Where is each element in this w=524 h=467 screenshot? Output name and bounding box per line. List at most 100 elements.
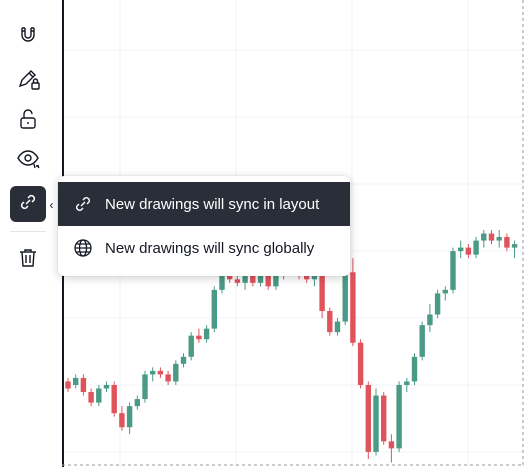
link-icon <box>70 191 96 217</box>
candle <box>65 377 71 393</box>
candle <box>111 381 117 417</box>
candle <box>450 247 456 294</box>
magnet-icon <box>14 20 42 53</box>
candle <box>458 240 464 259</box>
candle-body <box>388 441 395 449</box>
candle <box>496 230 502 248</box>
candle-body <box>381 395 387 442</box>
candle <box>357 339 364 389</box>
candle <box>427 303 433 333</box>
candle-body <box>357 342 364 385</box>
candle <box>481 230 487 248</box>
candle-body <box>419 325 425 357</box>
remove-drawings-button[interactable] <box>10 242 46 278</box>
candle <box>419 321 425 361</box>
candle <box>142 370 148 403</box>
candle-body <box>481 233 487 241</box>
candle-body <box>496 237 502 241</box>
candle-body <box>188 335 194 357</box>
candle-body <box>250 275 256 283</box>
candle <box>396 381 402 452</box>
candle <box>188 332 194 361</box>
candle-body <box>242 275 248 283</box>
candle <box>211 286 217 333</box>
expand-arrow-icon[interactable]: ‹ <box>47 198 56 212</box>
candle-body <box>173 363 179 382</box>
menu-item-label: New drawings will sync in layout <box>105 195 320 213</box>
candle-body <box>234 279 241 283</box>
candle <box>134 395 140 410</box>
candle-body <box>203 328 210 340</box>
candle-body <box>434 293 441 315</box>
candle-body <box>458 247 464 252</box>
magnet-button[interactable] <box>10 18 46 54</box>
candle-body <box>265 275 271 287</box>
candle-body <box>119 413 125 428</box>
candle-body <box>111 384 117 414</box>
link-icon <box>14 188 42 221</box>
candle-body <box>73 377 79 385</box>
sync-drawings-button[interactable] <box>10 186 46 222</box>
candle-body <box>396 384 402 449</box>
menu-item-label: New drawings will sync globally <box>105 239 315 257</box>
candle-body <box>334 321 341 333</box>
lock-drawing-button[interactable] <box>10 62 46 98</box>
unlock-icon <box>14 105 42 138</box>
candle <box>388 434 395 463</box>
candle <box>150 367 156 382</box>
candle <box>73 374 79 389</box>
candle-body <box>504 237 510 248</box>
candle <box>196 328 202 343</box>
candle-body <box>211 289 217 329</box>
candle <box>126 402 133 435</box>
candle-body <box>304 275 310 280</box>
candle <box>342 268 348 326</box>
candle-body <box>257 275 264 283</box>
trash-icon <box>14 244 42 277</box>
candle <box>327 307 333 336</box>
candle <box>442 286 448 301</box>
candle-body <box>157 370 164 375</box>
candle-body <box>450 251 456 290</box>
candle <box>103 381 110 393</box>
candle-body <box>134 399 140 407</box>
candle <box>465 244 472 259</box>
lock-all-button[interactable] <box>10 103 46 139</box>
candle <box>157 367 164 378</box>
candle <box>504 233 510 252</box>
candle-body <box>327 311 333 333</box>
candle-body <box>150 370 156 375</box>
candle-body <box>88 392 94 403</box>
candle-body <box>511 244 518 248</box>
candle <box>96 384 102 407</box>
globe-icon <box>70 235 96 261</box>
candle-body <box>465 247 472 255</box>
candle-body <box>165 374 171 382</box>
candle <box>365 381 371 459</box>
sync-drawings-menu: New drawings will sync in layout New dra… <box>58 176 350 276</box>
candle-body <box>196 335 202 340</box>
eye-icon <box>14 144 42 177</box>
pencil-lock-icon <box>14 64 42 97</box>
candle <box>88 388 94 407</box>
toolbar-separator <box>10 231 46 232</box>
candle <box>180 353 187 368</box>
hide-drawings-button[interactable] <box>10 142 46 178</box>
candle-body <box>350 272 356 343</box>
candle <box>334 318 341 336</box>
menu-item-sync-layout[interactable]: New drawings will sync in layout <box>58 182 350 226</box>
candle <box>404 377 410 393</box>
candle-body <box>427 314 433 326</box>
candle <box>511 240 518 259</box>
candle-body <box>65 381 71 389</box>
candle-body <box>411 356 418 382</box>
candle-body <box>342 272 348 322</box>
drawing-toolbar: ‹ <box>0 0 56 467</box>
candle <box>473 237 479 259</box>
candle <box>80 374 87 396</box>
candle-body <box>103 384 110 389</box>
candle-body <box>80 377 87 393</box>
menu-item-sync-global[interactable]: New drawings will sync globally <box>58 226 350 270</box>
candle-body <box>365 384 371 452</box>
candle-body <box>96 388 102 403</box>
